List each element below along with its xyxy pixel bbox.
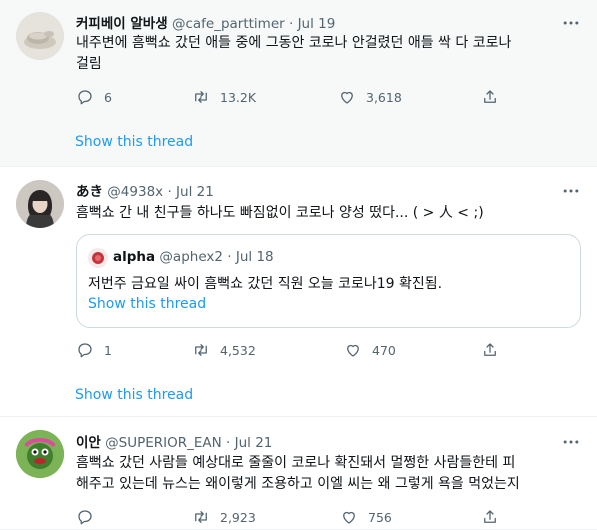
user-handle[interactable]: @cafe_parttimer (172, 16, 285, 32)
tweet-header: 이안 @SUPERIOR_EAN · Jul 21 (76, 431, 272, 451)
share-button[interactable] (481, 341, 499, 359)
tweet-text-line: 흠뻑쇼 갔던 사람들 예상대로 줄줄이 코로나 확진돼서 멀쩡한 사람들한테 피 (76, 455, 516, 471)
retweet-count: 13.2K (220, 89, 257, 105)
share-icon (484, 90, 496, 103)
like-button[interactable]: 470 (344, 341, 396, 359)
heart-icon (347, 344, 359, 357)
like-button[interactable]: 3,618 (338, 88, 402, 106)
tweet-text: 내주변에 흠뻑쇼 갔던 애들 중에 그동안 코로나 안걸렸던 애들 싹 다 코로… (76, 33, 581, 75)
avatar[interactable] (16, 12, 64, 60)
quoted-show-thread-link[interactable]: Show this thread (88, 296, 206, 312)
more-options-icon[interactable] (561, 181, 581, 201)
reply-count: 1 (104, 342, 112, 358)
like-count: 756 (368, 509, 392, 525)
bowl-avatar-image (16, 12, 64, 60)
tweet-actions: 2,923 756 (76, 508, 516, 528)
reply-icon (78, 510, 92, 525)
tweet-actions: 1 4,532 470 (76, 341, 516, 361)
share-button[interactable] (481, 508, 499, 526)
quoted-tweet[interactable]: alpha @aphex2 · Jul 18 저번주 금요일 싸이 흠뻑쇼 갔던… (76, 234, 581, 328)
user-handle[interactable]: @4938x (107, 184, 163, 200)
tweet-text: 흠뻑쇼 간 내 친구들 하나도 빠짐없이 코로나 양성 떴다... ( > 人 … (76, 203, 581, 224)
heart-icon (341, 91, 353, 104)
separator-dot: · (167, 184, 172, 200)
avatar[interactable] (16, 430, 64, 478)
tweet-text-line: 흠뻑쇼 간 내 친구들 하나도 빠짐없이 코로나 양성 떴다... ( > 人 … (76, 205, 484, 221)
separator-dot: · (288, 16, 294, 32)
display-name[interactable]: 이안 (76, 435, 101, 451)
quoted-handle: @aphex2 (159, 249, 223, 265)
show-thread-link[interactable]: Show this thread (75, 134, 193, 150)
quoted-avatar (88, 248, 108, 268)
person-avatar-image (16, 180, 64, 228)
more-options-icon[interactable] (561, 13, 581, 33)
tweet-text-line: 내주변에 흠뻑쇼 갔던 애들 중에 그동안 코로나 안걸렸던 애들 싹 다 코로… (76, 35, 512, 51)
separator-dot: · (227, 249, 232, 265)
separator-dot: · (226, 435, 231, 451)
display-name[interactable]: あき (76, 184, 103, 200)
reply-button[interactable] (76, 508, 94, 526)
retweet-icon (195, 344, 207, 356)
retweet-icon (195, 511, 207, 523)
like-count: 470 (372, 342, 396, 358)
reply-button[interactable]: 6 (76, 88, 112, 106)
tweet-date[interactable]: Jul 21 (176, 184, 214, 200)
retweet-count: 4,532 (220, 342, 256, 358)
tweet-text-line: 걸림 (76, 56, 102, 72)
share-icon (484, 343, 496, 356)
quoted-date: Jul 18 (235, 249, 274, 265)
tweet-actions: 6 13.2K 3,618 (76, 88, 516, 108)
show-thread-link[interactable]: Show this thread (75, 387, 193, 403)
reply-icon (78, 343, 92, 358)
quoted-header: alpha @aphex2 · Jul 18 (113, 249, 274, 265)
user-handle[interactable]: @SUPERIOR_EAN (105, 435, 222, 451)
retweet-icon (195, 91, 207, 103)
tweet-date[interactable]: Jul 19 (298, 16, 336, 32)
more-options-icon[interactable] (561, 432, 581, 452)
tweet-text-line: 해주고 있는데 뉴스는 왜이렇게 조용하고 이엘 씨는 왜 그렇게 욕을 먹었는… (76, 476, 520, 492)
retweet-button[interactable]: 13.2K (192, 88, 256, 106)
tweet-header: あき @4938x · Jul 21 (76, 180, 214, 200)
retweet-button[interactable]: 2,923 (192, 508, 256, 526)
retweet-button[interactable]: 4,532 (192, 341, 256, 359)
like-count: 3,618 (366, 89, 402, 105)
share-icon (484, 510, 496, 523)
reply-count: 6 (104, 89, 112, 105)
quoted-avatar-image (88, 248, 108, 268)
reply-button[interactable]: 1 (76, 341, 112, 359)
reply-icon (78, 90, 92, 105)
tweet-text: 흠뻑쇼 갔던 사람들 예상대로 줄줄이 코로나 확진돼서 멀쩡한 사람들한테 피… (76, 453, 581, 495)
retweet-count: 2,923 (220, 509, 256, 525)
like-button[interactable]: 756 (340, 508, 392, 526)
display-name[interactable]: 커피베이 알바생 (76, 16, 168, 32)
quoted-text: 저번주 금요일 싸이 흠뻑쇼 갔던 직원 오늘 코로나19 확진됨. (88, 276, 443, 292)
heart-icon (343, 511, 355, 524)
avatar[interactable] (16, 180, 64, 228)
quoted-display-name: alpha (113, 249, 156, 265)
tweet-header: 커피베이 알바생 @cafe_parttimer · Jul 19 (76, 12, 335, 32)
tweet-date[interactable]: Jul 21 (235, 435, 273, 451)
share-button[interactable] (481, 88, 499, 106)
character-avatar-image (16, 430, 64, 478)
